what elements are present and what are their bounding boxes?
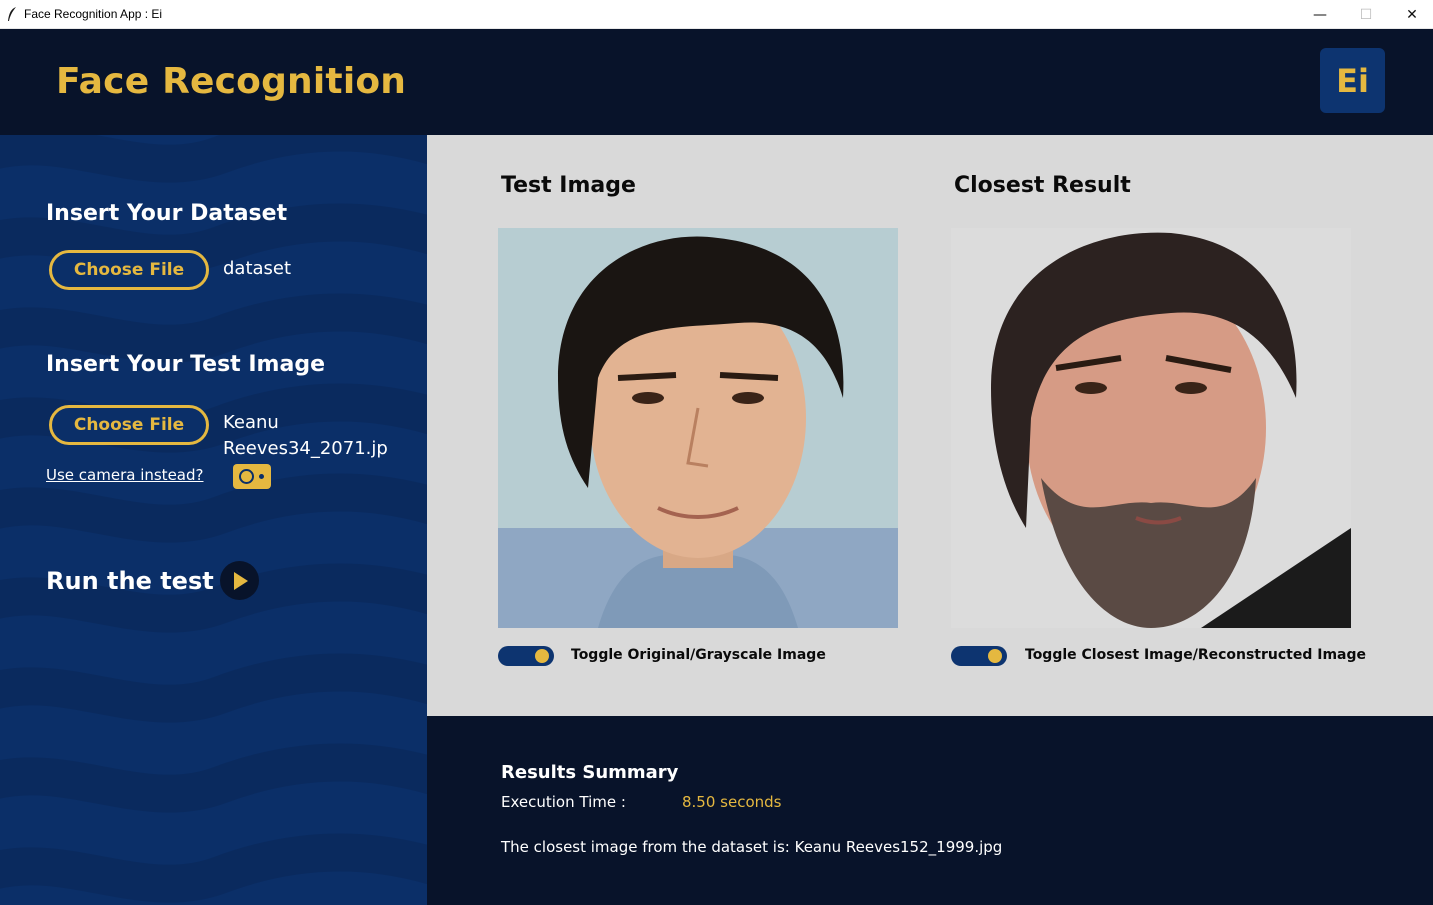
dataset-choose-file-button[interactable]: Choose File (49, 250, 209, 290)
play-icon (234, 572, 248, 590)
closest-image-text: The closest image from the dataset is: K… (501, 838, 1003, 856)
reconstructed-toggle[interactable] (951, 646, 1007, 666)
camera-icon[interactable] (233, 464, 271, 489)
feather-icon (8, 7, 16, 21)
toggle-knob (535, 649, 549, 663)
window-title: Face Recognition App : Ei (24, 7, 163, 21)
closest-result-title: Closest Result (954, 173, 1131, 198)
run-test-button[interactable] (220, 561, 259, 600)
minimize-button[interactable]: — (1297, 0, 1343, 29)
app-header: Face Recognition Ei (0, 29, 1433, 135)
test-image-file-name-line1: Keanu (223, 412, 279, 433)
window-titlebar: Face Recognition App : Ei — ☐ ✕ (0, 0, 1433, 29)
reconstructed-toggle-label: Toggle Closest Image/Reconstructed Image (1025, 647, 1367, 663)
execution-time-value: 8.50 seconds (682, 793, 782, 811)
test-image-title: Test Image (501, 173, 636, 198)
dataset-file-name: dataset (223, 258, 292, 279)
sidebar: Insert Your Dataset Choose File dataset … (0, 135, 427, 905)
run-test-label: Run the test (46, 567, 214, 595)
execution-time-label: Execution Time : (501, 793, 626, 811)
test-image-choose-file-button[interactable]: Choose File (49, 405, 209, 445)
grayscale-toggle[interactable] (498, 646, 554, 666)
image-panel: Test Image Closest Result Toggle Origina… (427, 135, 1433, 716)
results-summary: Results Summary Execution Time : 8.50 se… (427, 716, 1433, 905)
maximize-button[interactable]: ☐ (1343, 0, 1389, 29)
test-image-file-name-line2: Reeves34_2071.jp (223, 438, 388, 459)
app-title: Face Recognition (56, 61, 407, 102)
toggle-knob (988, 649, 1002, 663)
grayscale-toggle-label: Toggle Original/Grayscale Image (571, 647, 826, 663)
dataset-heading: Insert Your Dataset (46, 201, 288, 226)
close-button[interactable]: ✕ (1389, 0, 1433, 29)
use-camera-link[interactable]: Use camera instead? (46, 466, 203, 484)
test-image (498, 228, 898, 628)
app-logo: Ei (1320, 48, 1385, 113)
test-image-heading: Insert Your Test Image (46, 352, 325, 377)
closest-result-image (951, 228, 1351, 628)
results-title: Results Summary (501, 762, 679, 783)
